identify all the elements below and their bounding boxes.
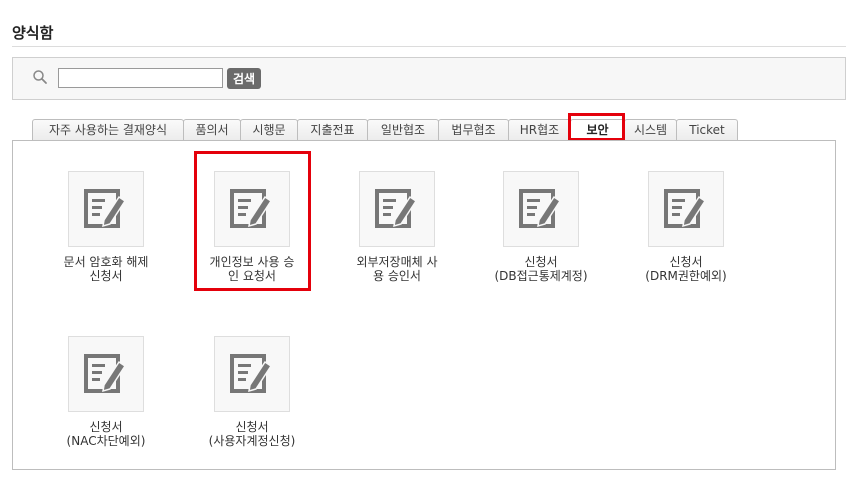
form-edit-icon [664, 189, 707, 228]
form-edit-icon [230, 354, 273, 393]
search-button[interactable]: 검색 [227, 68, 261, 89]
form-thumbnail [68, 336, 144, 412]
form-thumbnail [214, 336, 290, 412]
search-icon [33, 70, 47, 84]
form-item-drm-exception[interactable]: 신청서 (DRM권한예외) [621, 171, 751, 283]
form-item-user-account[interactable]: 신청서 (사용자계정신청) [187, 336, 317, 448]
form-edit-icon [375, 189, 418, 228]
form-edit-icon [230, 189, 273, 228]
search-bar: 검색 [12, 57, 846, 100]
form-edit-icon [84, 189, 127, 228]
tab-system[interactable]: 시스템 [624, 119, 677, 140]
form-edit-icon [84, 354, 127, 393]
form-thumbnail [503, 171, 579, 247]
form-thumbnail [359, 171, 435, 247]
tab-notice[interactable]: 시행문 [240, 119, 298, 140]
form-label: 신청서 (NAC차단예외) [66, 420, 146, 448]
form-item-nac-exception[interactable]: 신청서 (NAC차단예외) [41, 336, 171, 448]
form-edit-icon [519, 189, 562, 228]
form-label: 신청서 (DRM권한예외) [645, 255, 727, 283]
form-item-doc-decrypt[interactable]: 문서 암호화 해제 신청서 [41, 171, 171, 283]
form-item-db-access[interactable]: 신청서 (DB접근통제계정) [476, 171, 606, 283]
form-label: 개인정보 사용 승 인 요청서 [209, 255, 295, 283]
tab-hr-coop[interactable]: HR협조 [508, 119, 571, 140]
form-item-external-storage[interactable]: 외부저장매체 사 용 승인서 [332, 171, 462, 283]
tab-proposal[interactable]: 품의서 [183, 119, 241, 140]
form-thumbnail [68, 171, 144, 247]
form-label: 신청서 (사용자계정신청) [208, 420, 296, 448]
search-input[interactable] [58, 68, 223, 88]
form-label: 외부저장매체 사 용 승인서 [356, 255, 438, 283]
form-item-privacy-use[interactable]: 개인정보 사용 승 인 요청서 [187, 171, 317, 283]
tab-frequent[interactable]: 자주 사용하는 결재양식 [32, 119, 184, 140]
tab-ticket[interactable]: Ticket [676, 119, 738, 140]
tab-expense[interactable]: 지출전표 [297, 119, 368, 140]
form-thumbnail [648, 171, 724, 247]
tab-legal-coop[interactable]: 법무협조 [438, 119, 509, 140]
form-thumbnail [214, 171, 290, 247]
form-label: 신청서 (DB접근통제계정) [494, 255, 588, 283]
category-tabs: 자주 사용하는 결재양식 품의서 시행문 지출전표 일반협조 법무협조 HR협조… [32, 119, 738, 141]
form-label: 문서 암호화 해제 신청서 [63, 255, 149, 283]
page-title: 양식함 [12, 24, 54, 42]
tab-security[interactable]: 보안 [570, 119, 625, 141]
tab-general-coop[interactable]: 일반협조 [367, 119, 439, 140]
title-divider [12, 46, 846, 47]
